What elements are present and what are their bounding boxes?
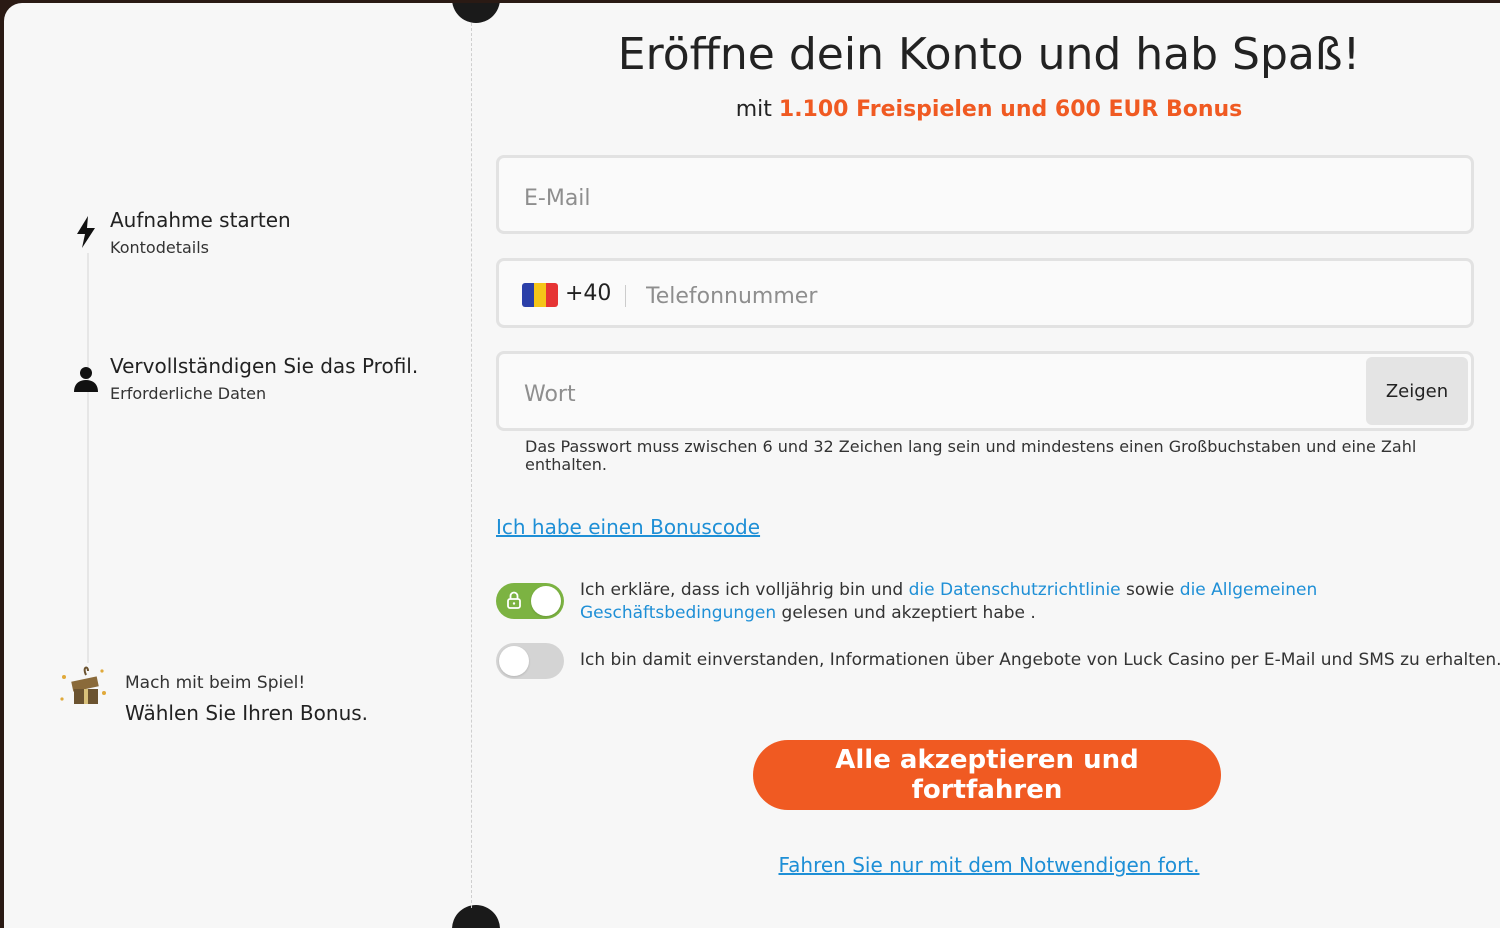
phone-input[interactable]: [644, 278, 1428, 314]
email-field[interactable]: [496, 155, 1474, 234]
step-subtitle: Wählen Sie Ihren Bonus.: [125, 701, 369, 725]
age-terms-consent-text: Ich erkläre, dass ich volljährig bin und…: [580, 579, 1480, 625]
user-icon: [74, 366, 98, 396]
step-title: Vervollständigen Sie das Profil.: [110, 354, 419, 378]
step-subtitle: Kontodetails: [110, 238, 209, 257]
password-input[interactable]: [522, 376, 1346, 412]
toggle-knob: [499, 646, 529, 676]
bonus-highlight: 1.100 Freispielen und 600 EUR Bonus: [778, 97, 1243, 122]
modal-notch-top: [452, 3, 500, 23]
lock-icon: [506, 591, 522, 613]
page-title: Eröffne dein Konto und hab Spaß!: [617, 29, 1361, 80]
privacy-policy-link[interactable]: die Datenschutzrichtlinie: [909, 580, 1121, 600]
age-terms-toggle[interactable]: [496, 583, 564, 619]
accept-all-button[interactable]: Alle akzeptieren und fortfahren: [753, 740, 1221, 810]
consent-text: gelesen und akzeptiert habe .: [781, 603, 1036, 623]
bolt-icon: [76, 216, 96, 252]
step-subtitle: Erforderliche Daten: [110, 384, 267, 403]
bonus-subtitle: mit 1.100 Freispielen und 600 EUR Bonus: [494, 97, 1484, 122]
gift-icon: [58, 663, 108, 713]
consent-text: Ich erkläre, dass ich volljährig bin und: [580, 580, 904, 600]
password-field[interactable]: Zeigen: [496, 351, 1474, 431]
consent-text: sowie: [1126, 580, 1175, 600]
phone-field[interactable]: +40: [496, 258, 1474, 328]
phone-country-prefix[interactable]: +40: [565, 281, 611, 306]
romania-flag-icon[interactable]: [522, 283, 558, 307]
modal-notch-bottom: [452, 905, 500, 928]
steps-connector-line: [87, 253, 89, 663]
marketing-consent-text: Ich bin damit einverstanden, Information…: [580, 650, 1500, 670]
email-input[interactable]: [522, 180, 1426, 216]
bonus-code-link[interactable]: Ich habe einen Bonuscode: [496, 515, 760, 539]
toggle-knob: [531, 586, 561, 616]
step-title: Mach mit beim Spiel!: [125, 673, 306, 693]
registration-modal: Aufnahme starten Kontodetails Vervollstä…: [4, 3, 1500, 928]
subtitle-prefix: mit: [735, 97, 772, 122]
show-password-button[interactable]: Zeigen: [1366, 357, 1468, 425]
section-divider: [471, 23, 472, 908]
marketing-toggle[interactable]: [496, 643, 564, 679]
step-title: Aufnahme starten: [110, 208, 291, 232]
password-hint: Das Passwort muss zwischen 6 und 32 Zeic…: [525, 437, 1417, 474]
necessary-only-link[interactable]: Fahren Sie nur mit dem Notwendigen fort.: [494, 853, 1484, 877]
phone-separator: [625, 285, 626, 307]
